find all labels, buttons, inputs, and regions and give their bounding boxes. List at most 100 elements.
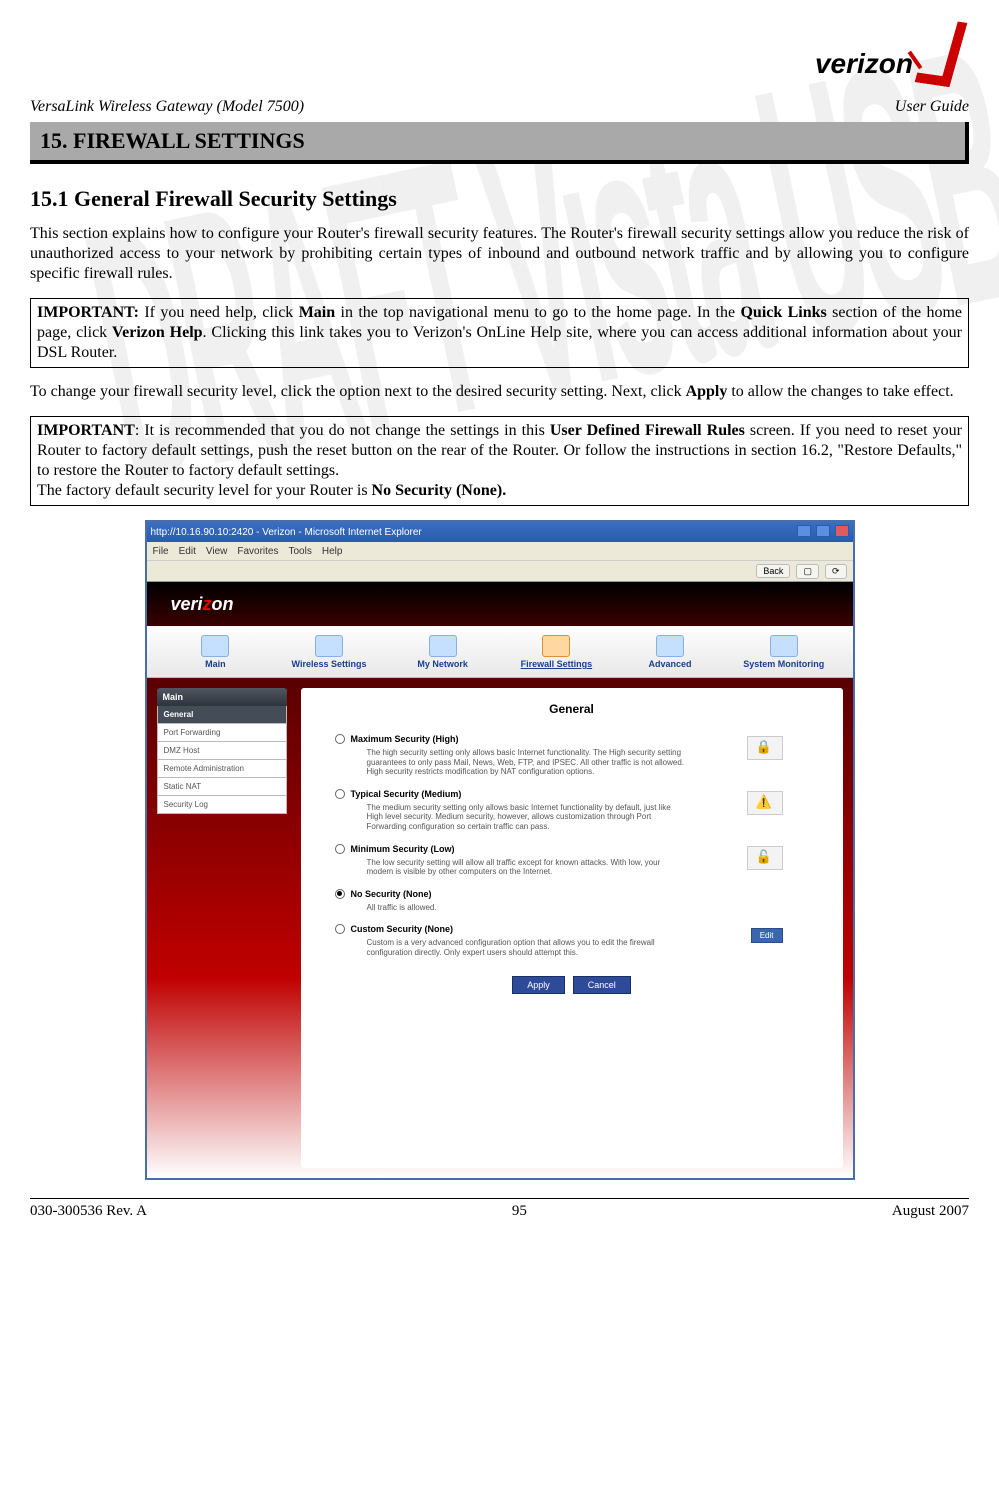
footer-center: 95 [512, 1203, 527, 1220]
monitoring-icon [770, 635, 798, 657]
opt-custom-desc: Custom is a very advanced configuration … [367, 938, 687, 957]
header-meta: VersaLink Wireless Gateway (Model 7500) … [30, 98, 969, 116]
opt-custom: Custom Security (None) Custom is a very … [335, 924, 823, 957]
nav-main[interactable]: Main [159, 633, 273, 671]
nav-wireless[interactable]: Wireless Settings [272, 633, 386, 671]
close-icon[interactable] [835, 525, 849, 537]
sidebar-item-general[interactable]: General [157, 706, 287, 724]
nav-advanced-label: Advanced [649, 659, 692, 669]
nav-advanced[interactable]: Advanced [613, 633, 727, 671]
radio-max[interactable] [335, 734, 345, 744]
brand-pre: veri [171, 594, 203, 614]
radio-min[interactable] [335, 844, 345, 854]
main-area: Main General Port Forwarding DMZ Host Re… [147, 678, 853, 1178]
nav-network-label: My Network [417, 659, 468, 669]
opt-max: Maximum Security (High) The high securit… [335, 734, 823, 777]
window-buttons [795, 525, 849, 540]
opt-none-label: No Security (None) [351, 889, 432, 899]
box1-text-b: in the top navigational menu to go to th… [335, 304, 740, 321]
important-box-2: IMPORTANT: It is recommended that you do… [30, 416, 969, 506]
lock-icon [747, 736, 783, 760]
back-button[interactable]: Back [756, 564, 790, 578]
footer-right: August 2007 [892, 1203, 969, 1220]
nav-row: Main Wireless Settings My Network Firewa… [147, 626, 853, 678]
brand-post: on [212, 594, 234, 614]
maximize-icon[interactable] [816, 525, 830, 537]
opt-max-label: Maximum Security (High) [351, 734, 459, 744]
sidebar-item-dmz[interactable]: DMZ Host [157, 742, 287, 760]
opt-min: Minimum Security (Low) The low security … [335, 844, 823, 877]
box2-bold-udfr: User Defined Firewall Rules [550, 422, 745, 439]
sidebar-head: Main [157, 688, 287, 706]
opt-custom-label: Custom Security (None) [351, 924, 454, 934]
opt-max-desc: The high security setting only allows ba… [367, 748, 687, 777]
para2-a: To change your firewall security level, … [30, 383, 686, 400]
window-titlebar: http://10.16.90.10:2420 - Verizon - Micr… [147, 522, 853, 542]
apply-paragraph: To change your firewall security level, … [30, 382, 969, 402]
vz-header: verizon [147, 582, 853, 626]
browser-toolbar: Back ▢ ⟳ [147, 560, 853, 582]
vz-brand: verizon [171, 594, 234, 615]
box1-bold-vzhelp: Verizon Help [112, 324, 203, 341]
important-label: IMPORTANT: [37, 304, 139, 321]
menu-view[interactable]: View [206, 546, 228, 557]
radio-custom[interactable] [335, 924, 345, 934]
opt-min-desc: The low security setting will allow all … [367, 858, 687, 877]
opt-none: No Security (None) All traffic is allowe… [335, 889, 823, 913]
sidebar-item-remote[interactable]: Remote Administration [157, 760, 287, 778]
logo-row: verizon [30, 20, 969, 80]
main-icon [201, 635, 229, 657]
important-box-1: IMPORTANT: If you need help, click Main … [30, 298, 969, 368]
sidebar: Main General Port Forwarding DMZ Host Re… [157, 688, 287, 1168]
verizon-logo: verizon [815, 20, 959, 80]
menu-file[interactable]: File [153, 546, 169, 557]
advanced-icon [656, 635, 684, 657]
apply-button[interactable]: Apply [512, 976, 565, 994]
firewall-icon [542, 635, 570, 657]
toolbar-btn-1[interactable]: ▢ [796, 564, 819, 579]
box1-text-a: If you need help, click [139, 304, 299, 321]
footer: 030-300536 Rev. A 95 August 2007 [30, 1203, 969, 1220]
wireless-icon [315, 635, 343, 657]
sidebar-item-seclog[interactable]: Security Log [157, 796, 287, 814]
logo-text: verizon [815, 48, 913, 80]
minimize-icon[interactable] [797, 525, 811, 537]
menu-help[interactable]: Help [322, 546, 343, 557]
menu-edit[interactable]: Edit [179, 546, 196, 557]
box2-text-a: : It is recommended that you do not chan… [135, 422, 550, 439]
sidebar-item-portfwd[interactable]: Port Forwarding [157, 724, 287, 742]
nav-main-label: Main [205, 659, 226, 669]
radio-typical[interactable] [335, 789, 345, 799]
button-row: Apply Cancel [321, 976, 823, 994]
radio-none[interactable] [335, 889, 345, 899]
opt-typical: Typical Security (Medium) The medium sec… [335, 789, 823, 832]
window-title: http://10.16.90.10:2420 - Verizon - Micr… [151, 527, 422, 538]
doc-title-right: User Guide [895, 98, 969, 116]
footer-left: 030-300536 Rev. A [30, 1203, 147, 1220]
sidebar-item-static-nat[interactable]: Static NAT [157, 778, 287, 796]
nav-monitoring[interactable]: System Monitoring [727, 633, 841, 671]
settings-panel: General Maximum Security (High) The high [301, 688, 843, 1168]
nav-network[interactable]: My Network [386, 633, 500, 671]
nav-wireless-label: Wireless Settings [292, 659, 367, 669]
important-label-2: IMPORTANT [37, 422, 135, 439]
nav-firewall[interactable]: Firewall Settings [500, 633, 614, 671]
cancel-button[interactable]: Cancel [573, 976, 631, 994]
network-icon [429, 635, 457, 657]
doc-title-left: VersaLink Wireless Gateway (Model 7500) [30, 98, 304, 116]
para2-apply: Apply [686, 383, 728, 400]
menu-favorites[interactable]: Favorites [237, 546, 278, 557]
warning-icon [747, 791, 783, 815]
menubar: File Edit View Favorites Tools Help [147, 542, 853, 560]
footer-rule [30, 1198, 969, 1199]
edit-button[interactable]: Edit [751, 928, 783, 943]
brand-z: z [203, 594, 212, 614]
toolbar-btn-2[interactable]: ⟳ [825, 564, 847, 579]
opt-none-desc: All traffic is allowed. [367, 903, 687, 913]
subsection-heading: 15.1 General Firewall Security Settings [30, 186, 969, 212]
menu-tools[interactable]: Tools [288, 546, 311, 557]
unlock-icon [747, 846, 783, 870]
intro-paragraph: This section explains how to configure y… [30, 224, 969, 284]
verizon-check-icon [909, 20, 959, 80]
box1-bold-main: Main [299, 304, 335, 321]
